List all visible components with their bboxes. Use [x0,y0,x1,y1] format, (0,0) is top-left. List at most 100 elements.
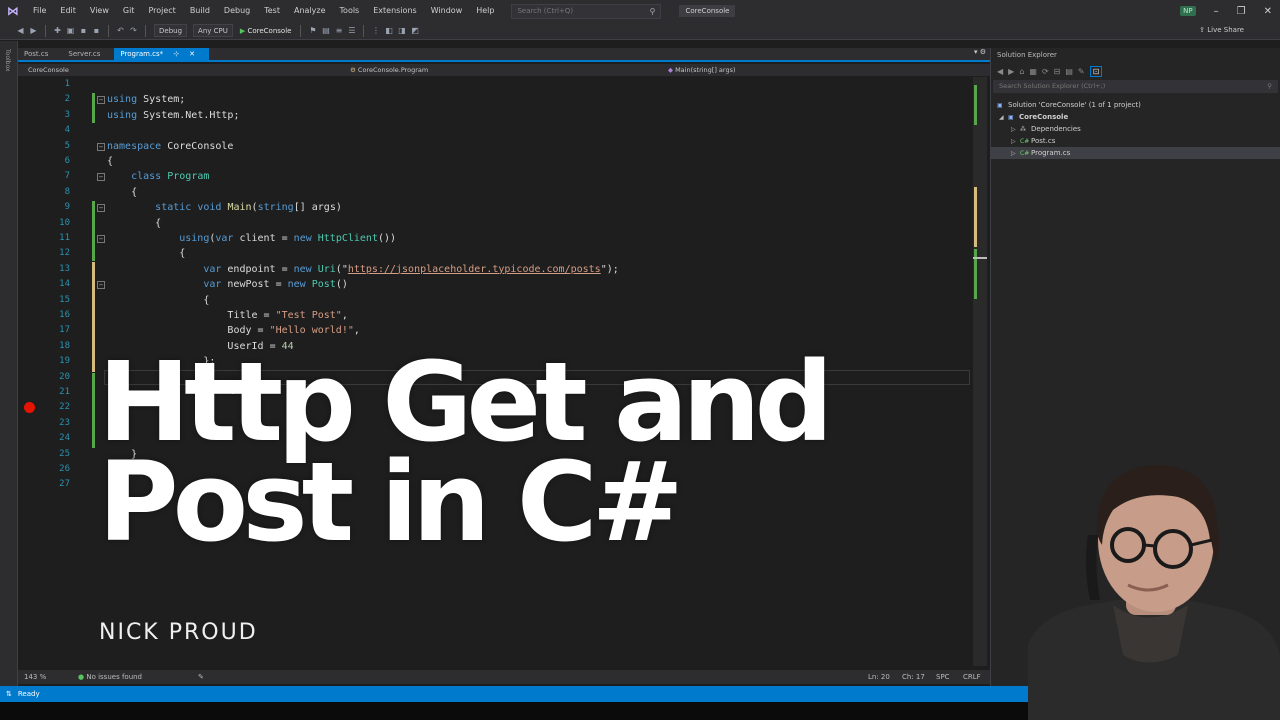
url-string[interactable]: https://jsonplaceholder.typicode.com/pos… [348,264,601,275]
tree-item-solution[interactable]: ▣ Solution 'CoreConsole' (1 of 1 project) [991,99,1280,111]
line-number: 11 [59,233,70,243]
home-icon[interactable]: ⌂ [1019,67,1024,76]
string-literal: "Hello world!" [269,325,354,337]
redo-icon[interactable]: ↷ [127,26,140,35]
search-icon: ⚲ [649,6,656,16]
line-number: 23 [59,417,70,428]
preview-icon[interactable]: ⊡ [1089,65,1103,77]
line-indicator: Ln: 20 [868,673,890,681]
menu-window[interactable]: Window [424,0,470,22]
tab-post-cs[interactable]: Post.cs [18,48,62,60]
line-ending-indicator[interactable]: CRLF [963,673,981,681]
minimize-icon[interactable]: – [1214,6,1219,17]
save-icon[interactable]: ▪ [77,26,90,35]
close-tab-icon[interactable]: ✕ [189,50,195,58]
menu-tools[interactable]: Tools [333,0,367,22]
menu-git[interactable]: Git [116,0,142,22]
collapse-all-icon[interactable]: ⊟ [1054,67,1061,76]
change-marker [974,85,977,125]
menu-test[interactable]: Test [257,0,287,22]
hot-reload-icon[interactable]: ⚑ [306,26,319,35]
whitespace-indicator[interactable]: SPC [936,673,950,681]
change-marker [974,187,977,247]
forward-icon[interactable]: ▶ [27,26,40,35]
live-share-label: Live Share [1207,26,1244,34]
line-number: 5 [64,140,70,151]
pin-icon[interactable]: ⊹ [173,50,179,58]
code-text: (" [335,263,348,275]
menu-view[interactable]: View [83,0,116,22]
keyword: using [107,109,138,121]
collapse-icon[interactable]: − [97,96,105,105]
comment-icon[interactable]: ⋮ [369,26,382,35]
menu-build[interactable]: Build [183,0,217,22]
back-icon[interactable]: ◀ [997,67,1003,76]
keyword: static [155,202,192,214]
tree-item-dependencies[interactable]: ▷ ⁂ Dependencies [991,123,1280,135]
code-line: 6{ [18,154,973,169]
line-number: 13 [59,263,70,274]
solution-search-input[interactable]: Search Solution Explorer (Ctrl+;) ⚲ [993,80,1278,93]
toolbar-separator [363,24,365,37]
tree-item-post-cs[interactable]: ▷ C# Post.cs [991,135,1280,147]
show-all-files-icon[interactable]: ▤ [1065,67,1073,76]
save-all-icon[interactable]: ▪ [90,26,103,35]
collapse-icon[interactable]: − [97,235,105,243]
tab-program-cs-label: Program.cs* [120,50,164,58]
menu-extensions[interactable]: Extensions [366,0,423,22]
menu-debug[interactable]: Debug [217,0,257,22]
undo-icon[interactable]: ↶ [114,26,127,35]
browse-icon[interactable]: ▤ [319,26,332,35]
editor-vertical-scrollbar[interactable] [973,77,987,666]
issues-indicator[interactable]: ● No issues found [78,673,142,681]
format-icon[interactable]: ≡ [332,26,345,35]
line-number: 14 [59,279,70,290]
output-icon: ⇅ [6,690,12,698]
start-debugging-button[interactable]: ▶ CoreConsole [236,27,296,35]
configuration-select[interactable]: Debug [154,24,188,37]
restore-icon[interactable]: ❐ [1237,6,1246,17]
code-line: 17 Body = "Hello world!", [18,323,973,338]
back-icon[interactable]: ◀ [14,26,27,35]
tree-item-program-cs[interactable]: ▷ C# Program.cs [991,147,1280,159]
bookmark-prev-icon[interactable]: ◨ [395,26,408,35]
tab-program-cs[interactable]: Program.cs* ⊹ ✕ [114,48,209,60]
menu-file[interactable]: File [26,0,53,22]
keyword: new [293,233,312,244]
bookmark-next-icon[interactable]: ◩ [408,26,421,35]
keyword: var [203,263,222,275]
properties-icon[interactable]: ✎ [1078,67,1085,76]
menu-project[interactable]: Project [141,0,182,22]
new-item-icon[interactable]: ✚ [51,26,64,35]
member-dropdown[interactable]: ◆ Main(string[] args) [658,66,736,74]
toolbox-tab[interactable]: Toolbox [4,49,11,72]
project-dropdown[interactable]: CoreConsole [18,66,69,74]
bookmark-icon[interactable]: ◧ [382,26,395,35]
type-name: Program [167,171,210,183]
search-input[interactable]: Search (Ctrl+Q) ⚲ [511,3,662,19]
open-folder-icon[interactable]: ▣ [64,26,77,35]
cleanup-icon[interactable]: ✎ [198,673,204,681]
menu-help[interactable]: Help [469,0,501,22]
collapse-icon[interactable]: − [97,173,105,182]
zoom-select[interactable]: 143 % [24,673,46,681]
menu-analyze[interactable]: Analyze [287,0,333,22]
platform-select[interactable]: Any CPU [193,24,233,37]
collapse-icon[interactable]: − [97,142,105,151]
forward-icon[interactable]: ▶ [1008,67,1014,76]
collapse-icon[interactable]: − [97,204,105,213]
user-avatar[interactable]: NP [1180,6,1196,16]
tree-item-project[interactable]: ◢ ▣ CoreConsole [991,111,1280,123]
type-dropdown[interactable]: ⚙ CoreConsole.Program [340,66,428,74]
menu-edit[interactable]: Edit [53,0,83,22]
tree-label: Program.cs [1031,149,1071,157]
close-icon[interactable]: ✕ [1264,6,1272,17]
switch-views-icon[interactable]: ▦ [1029,67,1037,76]
tab-server-cs[interactable]: Server.cs [62,48,114,60]
align-icon[interactable]: ☰ [345,26,358,35]
tab-list-dropdown-icon[interactable]: ▾ ⚙ [974,48,986,56]
collapse-icon[interactable]: − [97,281,105,290]
collapsed-arrow-icon[interactable]: ▷ [1011,148,1020,160]
pending-changes-icon[interactable]: ⟳ [1042,67,1049,76]
live-share-button[interactable]: ⇪ Live Share [1199,26,1244,34]
